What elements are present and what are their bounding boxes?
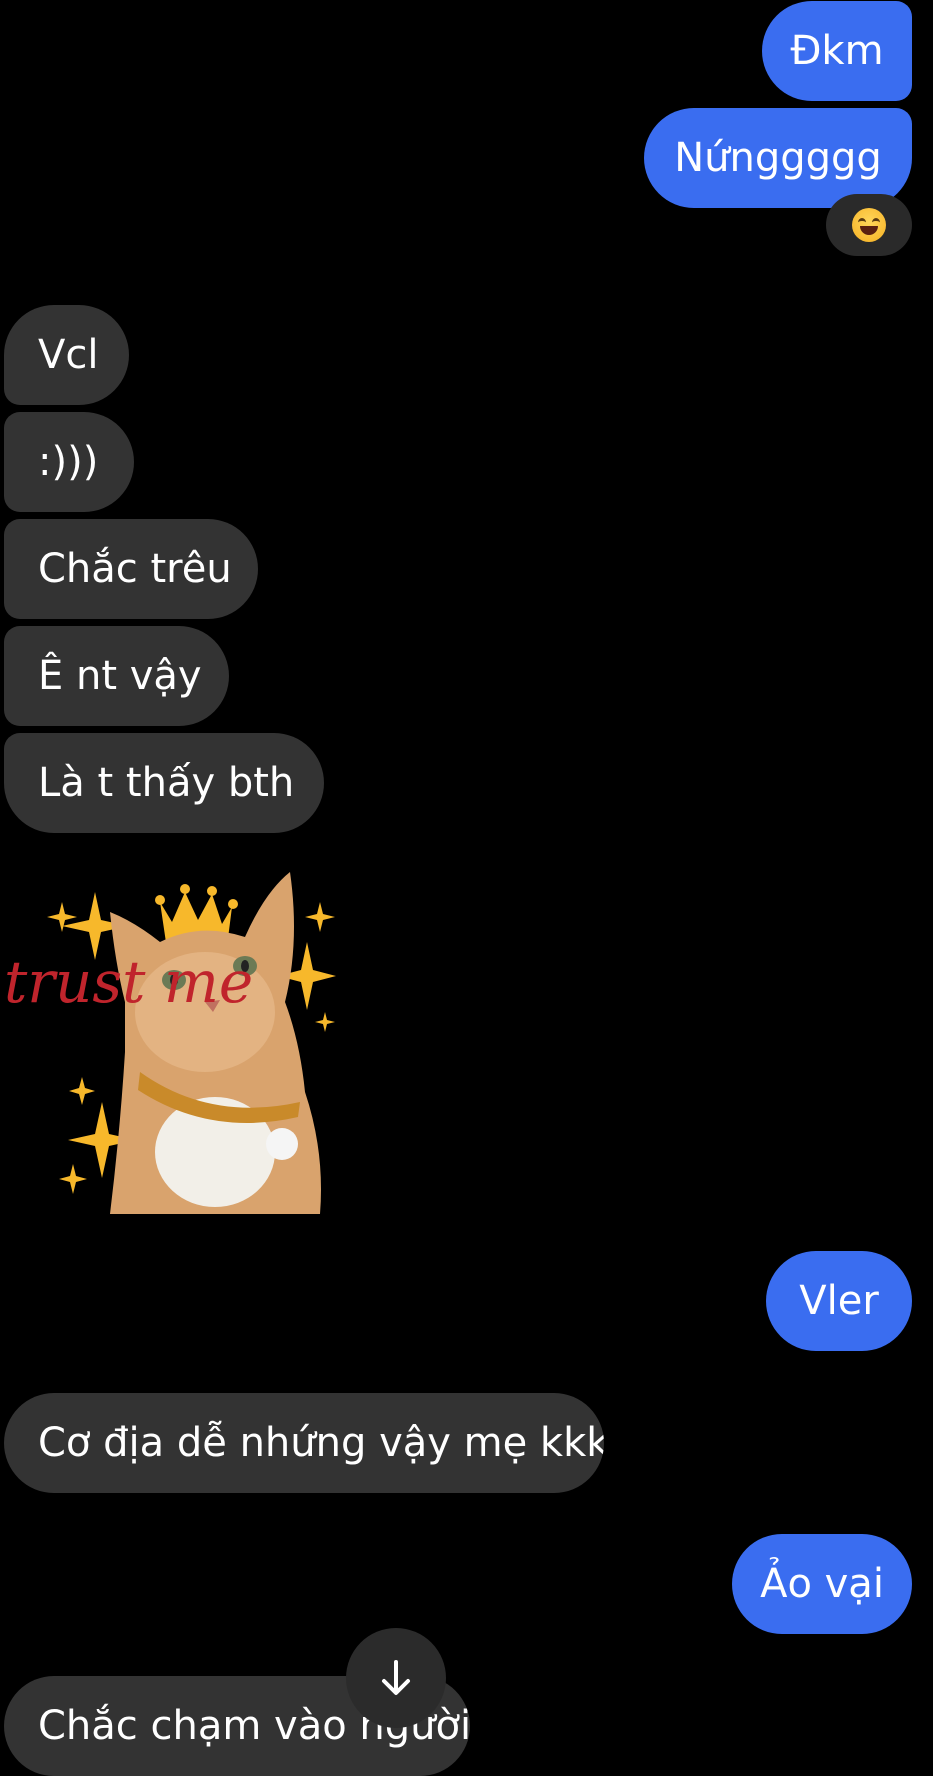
message-bubble-incoming[interactable]: Là t thấy bth xyxy=(4,733,324,833)
sticker-caption: trust me xyxy=(4,948,253,1016)
message-bubble-incoming[interactable]: Cơ địa dễ nhứng vậy mẹ kkk xyxy=(4,1393,604,1493)
message-text: Ảo vại xyxy=(760,1561,884,1607)
laughing-face-icon xyxy=(852,208,886,242)
cat-with-crown-sticker[interactable]: trust me xyxy=(0,862,340,1214)
message-text: Ê nt vậy xyxy=(38,653,202,699)
message-bubble-incoming[interactable]: Chắc trêu xyxy=(4,519,258,619)
message-text: :))) xyxy=(38,439,99,485)
message-text: Chắc trêu xyxy=(38,546,232,592)
message-text: Là t thấy bth xyxy=(38,760,295,806)
message-bubble-outgoing[interactable]: Vler xyxy=(766,1251,912,1351)
message-bubble-incoming[interactable]: :))) xyxy=(4,412,134,512)
scroll-to-bottom-button[interactable] xyxy=(346,1628,446,1728)
message-bubble-outgoing[interactable]: Nứnggggg xyxy=(644,108,912,208)
message-bubble-outgoing[interactable]: Ảo vại xyxy=(732,1534,912,1634)
message-text: Vler xyxy=(799,1278,879,1324)
arrow-down-icon xyxy=(382,1660,410,1695)
message-text: Đkm xyxy=(790,28,884,74)
message-text: Vcl xyxy=(38,332,99,378)
message-bubble-incoming[interactable]: Vcl xyxy=(4,305,129,405)
message-reaction[interactable] xyxy=(826,194,912,256)
message-text: Nứnggggg xyxy=(674,135,882,181)
message-bubble-outgoing[interactable]: Đkm xyxy=(762,1,912,101)
message-text: Cơ địa dễ nhứng vậy mẹ kkk xyxy=(38,1420,604,1466)
message-bubble-incoming[interactable]: Ê nt vậy xyxy=(4,626,229,726)
